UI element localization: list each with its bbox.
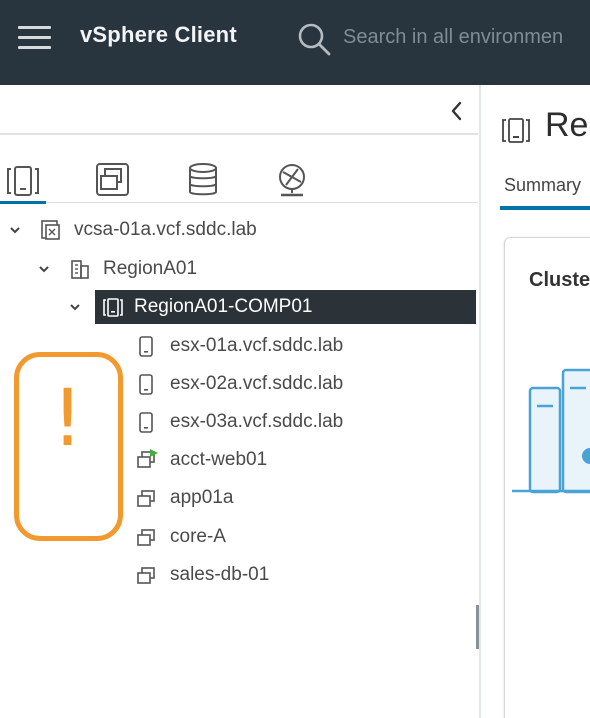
tree-item-label: esx-02a.vcf.sddc.lab bbox=[170, 373, 344, 394]
vm-powered-on-icon bbox=[137, 449, 158, 468]
host-icon bbox=[139, 412, 153, 433]
tree-item-label: esx-03a.vcf.sddc.lab bbox=[170, 411, 344, 432]
tree-item-label: vcsa-01a.vcf.sddc.lab bbox=[74, 219, 257, 240]
tree-item-label: app01a bbox=[170, 487, 234, 508]
active-tab-indicator bbox=[0, 201, 46, 204]
cluster-icon bbox=[103, 298, 123, 317]
tree-item-cluster[interactable]: RegionA01-COMP01 bbox=[95, 290, 476, 324]
active-tab-indicator bbox=[500, 206, 590, 210]
tree-item-label: esx-01a.vcf.sddc.lab bbox=[170, 335, 344, 356]
tab-storage[interactable] bbox=[183, 160, 223, 200]
tree-item-label: core-A bbox=[170, 526, 226, 547]
tree-item-label: RegionA01-COMP01 bbox=[134, 296, 313, 317]
vcenter-icon bbox=[41, 220, 60, 240]
vm-icon bbox=[137, 567, 155, 584]
tab-vms-and-templates[interactable] bbox=[93, 160, 133, 200]
tree-item-label: sales-db-01 bbox=[170, 564, 270, 585]
networking-icon bbox=[279, 164, 305, 197]
menu-icon[interactable] bbox=[18, 24, 51, 52]
top-header-bar: vSphere Client Search in all environmen bbox=[0, 0, 590, 85]
tree-item-vm[interactable]: app01a bbox=[136, 480, 476, 516]
tree-item-vm[interactable]: sales-db-01 bbox=[136, 557, 476, 593]
navigator-scrollbar[interactable] bbox=[476, 605, 479, 649]
tab-summary[interactable]: Summary bbox=[504, 175, 581, 196]
hosts-and-clusters-icon bbox=[7, 166, 39, 196]
tree-item-label: acct-web01 bbox=[170, 449, 268, 470]
warning-exclamation-icon: ! bbox=[51, 374, 84, 464]
navigator-separator bbox=[0, 133, 478, 135]
vms-and-templates-icon bbox=[96, 163, 129, 196]
tree-item-host[interactable]: esx-03a.vcf.sddc.lab bbox=[136, 404, 476, 440]
search-icon[interactable] bbox=[297, 22, 331, 56]
datacenter-icon bbox=[71, 260, 89, 279]
storage-icon bbox=[189, 163, 217, 196]
tree-item-host[interactable]: esx-01a.vcf.sddc.lab bbox=[136, 328, 476, 364]
collapse-navigator-icon[interactable] bbox=[446, 97, 468, 125]
tree-item-vm[interactable]: core-A bbox=[136, 519, 476, 555]
host-icon bbox=[139, 336, 153, 357]
tabs-separator bbox=[46, 202, 478, 203]
chevron-down-icon[interactable] bbox=[8, 223, 22, 237]
cluster-illustration bbox=[512, 368, 590, 494]
tree-item-label: RegionA01 bbox=[103, 258, 198, 279]
search-input[interactable]: Search in all environmen bbox=[343, 26, 563, 49]
vm-icon bbox=[137, 490, 155, 507]
pane-divider[interactable] bbox=[479, 85, 481, 718]
tree-item-datacenter[interactable]: RegionA01 bbox=[37, 251, 467, 287]
vm-icon bbox=[137, 529, 155, 546]
app-title[interactable]: vSphere Client bbox=[80, 22, 237, 48]
chevron-down-icon[interactable] bbox=[37, 262, 51, 276]
tree-item-host[interactable]: esx-02a.vcf.sddc.lab bbox=[136, 366, 476, 402]
host-icon bbox=[139, 374, 153, 395]
tab-hosts-and-clusters[interactable] bbox=[3, 160, 43, 200]
card-title: Cluste bbox=[529, 269, 590, 291]
tree-item-vm[interactable]: acct-web01 bbox=[136, 442, 476, 478]
tab-networking[interactable] bbox=[272, 160, 312, 200]
page-title: Reg bbox=[545, 106, 590, 144]
tree-item-vcenter[interactable]: vcsa-01a.vcf.sddc.lab bbox=[8, 212, 468, 248]
chevron-down-icon[interactable] bbox=[68, 300, 82, 314]
cluster-icon bbox=[502, 118, 530, 143]
